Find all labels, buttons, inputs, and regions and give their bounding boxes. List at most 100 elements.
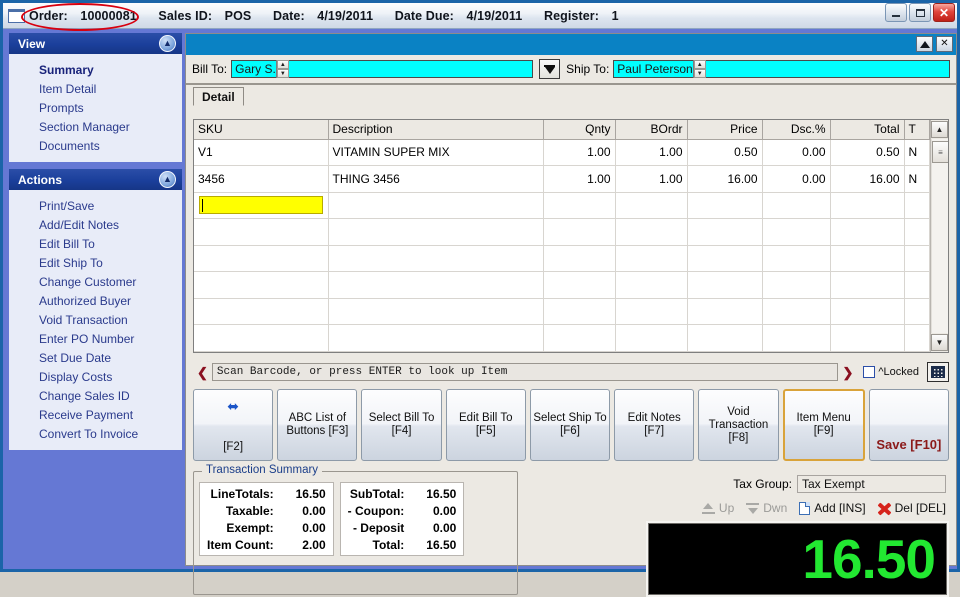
tab-detail[interactable]: Detail <box>193 87 244 106</box>
cell-empty[interactable] <box>762 324 831 352</box>
cell-empty[interactable] <box>615 218 688 246</box>
bill-to-spinner[interactable]: ▲ ▼ <box>275 60 289 78</box>
chevron-up-icon[interactable]: ▲ <box>159 35 176 52</box>
cell-empty[interactable] <box>194 218 329 246</box>
cell-qnty[interactable] <box>543 192 616 220</box>
cell-sku-editor[interactable] <box>194 192 329 220</box>
table-row-empty[interactable] <box>194 298 930 326</box>
bill-to-field[interactable]: Gary S. ▲ ▼ <box>231 60 534 78</box>
sidebar-item-edit-ship-to[interactable]: Edit Ship To <box>9 253 182 272</box>
cell-dsc[interactable]: 0.00 <box>762 139 831 167</box>
cell-price[interactable]: 16.00 <box>687 165 763 193</box>
function-button-item-menu[interactable]: Item Menu [F9] <box>782 389 865 461</box>
sidebar-item-section-manager[interactable]: Section Manager <box>9 117 182 136</box>
scroll-track[interactable]: ≡ <box>931 139 948 333</box>
cell-price[interactable] <box>687 192 763 220</box>
sidebar-item-enter-po-number[interactable]: Enter PO Number <box>9 329 182 348</box>
sidebar-item-add-edit-notes[interactable]: Add/Edit Notes <box>9 215 182 234</box>
grid-vertical-scrollbar[interactable]: ▲ ≡ ▼ <box>929 120 948 352</box>
cell-t[interactable] <box>904 192 930 220</box>
cell-qnty[interactable]: 1.00 <box>543 139 616 167</box>
cell-dsc[interactable] <box>762 192 831 220</box>
ship-to-spinner[interactable]: ▲ ▼ <box>692 60 706 78</box>
maximize-button[interactable] <box>909 3 931 22</box>
panel-close-button[interactable]: ✕ <box>936 36 953 52</box>
column-header-sku[interactable]: SKU <box>194 120 329 140</box>
function-button-resize[interactable]: ⬌ [F2] <box>193 389 274 461</box>
column-header-total[interactable]: Total <box>830 120 905 140</box>
cell-empty[interactable] <box>687 271 763 299</box>
scroll-thumb[interactable]: ≡ <box>932 141 948 163</box>
cell-empty[interactable] <box>904 245 930 273</box>
function-button-select-bill-to[interactable]: Select Bill To [F4] <box>361 389 442 461</box>
bill-to-dropdown-button[interactable] <box>539 59 561 79</box>
cell-empty[interactable] <box>830 271 905 299</box>
sidebar-item-void-transaction[interactable]: Void Transaction <box>9 310 182 329</box>
table-row[interactable]: V1 VITAMIN SUPER MIX 1.00 1.00 0.50 0.00… <box>194 139 930 167</box>
spinner-down-icon[interactable]: ▼ <box>693 69 706 78</box>
cell-sku[interactable]: 3456 <box>194 165 329 193</box>
function-button-edit-notes[interactable]: Edit Notes [F7] <box>614 389 695 461</box>
function-button-save[interactable]: Save [F10] <box>868 389 949 461</box>
table-row-empty[interactable] <box>194 271 930 299</box>
cell-empty[interactable] <box>194 271 329 299</box>
table-row-empty[interactable] <box>194 218 930 246</box>
column-header-bordr[interactable]: BOrdr <box>615 120 688 140</box>
cell-total[interactable]: 0.50 <box>830 139 905 167</box>
cell-empty[interactable] <box>687 218 763 246</box>
sidebar-item-set-due-date[interactable]: Set Due Date <box>9 348 182 367</box>
cell-t[interactable]: N <box>904 165 930 193</box>
table-row-empty[interactable] <box>194 245 930 273</box>
move-up-button[interactable]: Up <box>701 501 734 515</box>
sidebar-item-prompts[interactable]: Prompts <box>9 98 182 117</box>
cell-empty[interactable] <box>543 324 616 352</box>
cell-empty[interactable] <box>904 298 930 326</box>
sidebar-item-convert-to-invoice[interactable]: Convert To Invoice <box>9 424 182 443</box>
ship-to-field[interactable]: Paul Peterson ▲ ▼ <box>613 60 950 78</box>
scroll-up-button[interactable]: ▲ <box>931 121 948 138</box>
sidebar-item-edit-bill-to[interactable]: Edit Bill To <box>9 234 182 253</box>
cell-sku[interactable]: V1 <box>194 139 329 167</box>
scan-barcode-input[interactable]: Scan Barcode, or press ENTER to look up … <box>211 363 839 381</box>
cell-empty[interactable] <box>904 218 930 246</box>
cell-total[interactable] <box>830 192 905 220</box>
cell-empty[interactable] <box>904 324 930 352</box>
cell-empty[interactable] <box>328 324 544 352</box>
cell-empty[interactable] <box>328 218 544 246</box>
table-row-new[interactable] <box>194 192 930 220</box>
cell-empty[interactable] <box>762 245 831 273</box>
cell-empty[interactable] <box>328 298 544 326</box>
cell-empty[interactable] <box>615 245 688 273</box>
cell-dsc[interactable]: 0.00 <box>762 165 831 193</box>
cell-bordr[interactable]: 1.00 <box>615 139 688 167</box>
delete-row-button[interactable]: Del [DEL] <box>878 501 946 515</box>
sidebar-item-display-costs[interactable]: Display Costs <box>9 367 182 386</box>
cell-empty[interactable] <box>830 245 905 273</box>
chevron-left-icon[interactable]: ❮ <box>193 366 212 379</box>
cell-description[interactable]: VITAMIN SUPER MIX <box>328 139 544 167</box>
cell-empty[interactable] <box>194 324 329 352</box>
scroll-down-button[interactable]: ▼ <box>931 334 948 351</box>
column-header-price[interactable]: Price <box>687 120 763 140</box>
cell-empty[interactable] <box>762 218 831 246</box>
column-header-t[interactable]: T <box>904 120 930 140</box>
add-row-button[interactable]: Add [INS] <box>799 501 866 515</box>
table-row[interactable]: 3456 THING 3456 1.00 1.00 16.00 0.00 16.… <box>194 165 930 193</box>
sidebar-item-documents[interactable]: Documents <box>9 136 182 155</box>
sidebar-item-print-save[interactable]: Print/Save <box>9 196 182 215</box>
cell-empty[interactable] <box>687 298 763 326</box>
cell-description[interactable]: THING 3456 <box>328 165 544 193</box>
sidebar-item-change-customer[interactable]: Change Customer <box>9 272 182 291</box>
cell-empty[interactable] <box>762 271 831 299</box>
cell-empty[interactable] <box>543 271 616 299</box>
spinner-up-icon[interactable]: ▲ <box>693 60 706 69</box>
column-header-qnty[interactable]: Qnty <box>543 120 616 140</box>
cell-empty[interactable] <box>328 271 544 299</box>
function-button-abc-list[interactable]: ABC List of Buttons [F3] <box>277 389 358 461</box>
sidebar-item-receive-payment[interactable]: Receive Payment <box>9 405 182 424</box>
sidebar-item-change-sales-id[interactable]: Change Sales ID <box>9 386 182 405</box>
cell-empty[interactable] <box>615 271 688 299</box>
cell-t[interactable]: N <box>904 139 930 167</box>
function-button-edit-bill-to[interactable]: Edit Bill To [F5] <box>445 389 526 461</box>
cell-empty[interactable] <box>830 218 905 246</box>
